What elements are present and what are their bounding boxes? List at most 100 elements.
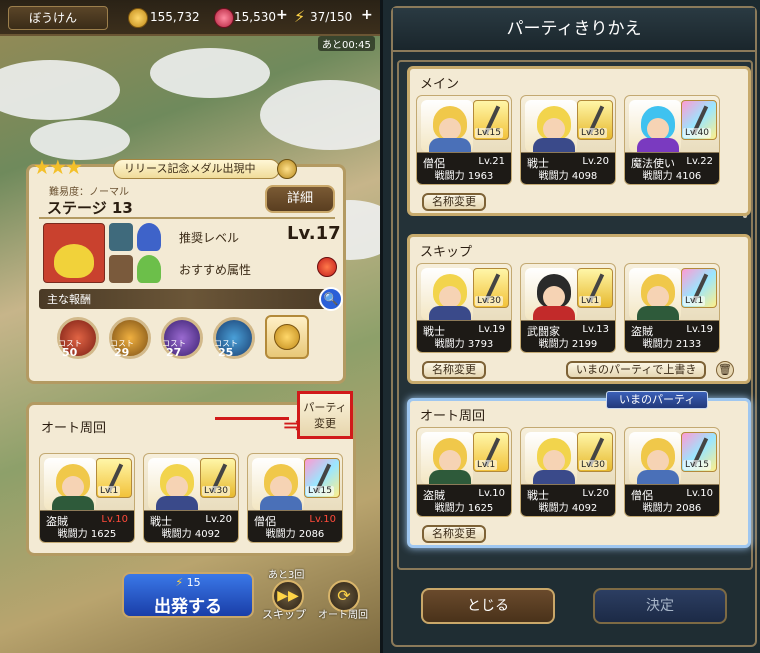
character-power: 戦闘力 2086	[265, 529, 325, 540]
character-portrait	[629, 268, 681, 326]
reward-item[interactable]: コスト 50	[57, 317, 99, 359]
map-cloud	[0, 60, 120, 120]
party-member-card[interactable]: Lv.30 戦士 Lv.20 戦闘力 4092	[520, 427, 616, 517]
overwrite-button[interactable]: いまのパーティで上書き	[566, 361, 707, 379]
party-slot[interactable]: オート周回 名称変更 いまのパーティ Lv.1 盗賊 Lv.10 戦闘力 1625 Lv.30…	[407, 391, 751, 548]
weapon-level: Lv.15	[683, 460, 711, 470]
weapon-level: Lv.30	[579, 460, 607, 470]
gold-coin-reward-icon[interactable]	[265, 315, 309, 359]
weapon-level: Lv.1	[683, 296, 706, 306]
character-level: Lv.10	[686, 488, 713, 499]
character-portrait	[148, 458, 200, 516]
skip-button-label[interactable]: スキップ	[262, 606, 306, 622]
party-member-card[interactable]: Lv.30 戦士 Lv.19 戦闘力 3793	[416, 263, 512, 353]
rewards-label: 主な報酬	[47, 293, 91, 306]
medal-icon	[277, 159, 297, 179]
character-info: 戦士 Lv.20 戦闘力 4092	[144, 510, 238, 542]
party-member-card[interactable]: Lv.1 盗賊 Lv.10 戦闘力 1625	[39, 453, 135, 543]
character-level: Lv.10	[309, 514, 336, 525]
character-level: Lv.20	[582, 488, 609, 499]
character-portrait	[629, 432, 681, 490]
trash-icon[interactable]: 🗑	[716, 361, 734, 379]
recommended-level-label: 推奨レベル	[179, 231, 240, 245]
reward-item[interactable]: コスト 27	[161, 317, 203, 359]
party-member-card[interactable]: Lv.15 僧侶 Lv.10 戦闘力 2086	[247, 453, 343, 543]
rename-button[interactable]: 名称変更	[422, 361, 486, 379]
map-cloud	[260, 80, 380, 150]
rename-button[interactable]: 名称変更	[422, 525, 486, 543]
character-power: 戦闘力 4092	[161, 529, 221, 540]
party-member-card[interactable]: Lv.30 戦士 Lv.20 戦闘力 4098	[520, 95, 616, 185]
star-rating-icons: ★★★	[33, 155, 83, 179]
party-member-card[interactable]: Lv.40 魔法使い Lv.22 戦闘力 4106	[624, 95, 720, 185]
dialog-frame: パーティきりかえ メイン 名称変更 Lv.15 僧侶 Lv.21 戦闘力 1963 Lv.3…	[391, 6, 757, 647]
party-change-button[interactable]: パーティ 変更	[297, 391, 353, 439]
start-button[interactable]: ⚡ 15 出発する	[122, 572, 254, 618]
stage-title: ステージ 13	[47, 199, 133, 217]
character-power: 戦闘力 2133	[642, 339, 702, 350]
party-switch-dialog: パーティきりかえ メイン 名称変更 Lv.15 僧侶 Lv.21 戦闘力 1963 Lv.3…	[380, 0, 760, 653]
party-member-card[interactable]: Lv.1 盗賊 Lv.19 戦闘力 2133	[624, 263, 720, 353]
start-label: 出発する	[154, 597, 222, 617]
party-member-card[interactable]: Lv.15 僧侶 Lv.21 戦闘力 1963	[416, 95, 512, 185]
character-info: 魔法使い Lv.22 戦闘力 4106	[625, 152, 719, 184]
start-cost: 15	[186, 576, 201, 589]
confirm-button[interactable]: 決定	[593, 588, 727, 624]
arrow-indicator	[215, 417, 289, 433]
auto-party-title: オート周回	[41, 421, 107, 436]
slime-icon	[137, 255, 161, 283]
slime-icon	[137, 223, 161, 251]
character-info: 僧侶 Lv.10 戦闘力 2086	[625, 484, 719, 516]
weapon-level: Lv.30	[475, 296, 503, 306]
character-level: Lv.21	[478, 156, 505, 167]
fire-attribute-icon	[317, 257, 337, 277]
party-slot[interactable]: スキップ 名称変更 いまのパーティで上書き 🗑 Lv.30 戦士 Lv.19 戦闘力 3793…	[407, 234, 751, 384]
coin-icon	[128, 8, 148, 28]
boss-monster-icon	[43, 223, 105, 283]
character-info: 武闘家 Lv.13 戦闘力 2199	[521, 320, 615, 352]
character-portrait	[421, 432, 473, 490]
character-power: 戦闘力 1625	[434, 503, 494, 514]
reward-item[interactable]: コスト 29	[109, 317, 151, 359]
weapon-level: Lv.15	[475, 128, 503, 138]
difficulty-label: 難易度：ノーマル	[49, 187, 129, 198]
add-gems-button[interactable]: +	[276, 7, 288, 23]
details-button[interactable]: 詳細	[265, 185, 335, 213]
monster-icon	[109, 255, 133, 283]
stamina-timer: あと00:45	[318, 36, 375, 51]
auto-loop-label[interactable]: オート周回	[318, 606, 368, 621]
party-name: オート周回	[420, 409, 486, 424]
party-slot[interactable]: メイン 名称変更 Lv.15 僧侶 Lv.21 戦闘力 1963 Lv.30 戦士 Lv.20 戦…	[407, 66, 751, 216]
search-icon[interactable]: 🔍	[319, 287, 343, 311]
add-stamina-button[interactable]: +	[361, 7, 373, 23]
reward-item[interactable]: コスト 25	[213, 317, 255, 359]
party-member-card[interactable]: Lv.15 僧侶 Lv.10 戦闘力 2086	[624, 427, 720, 517]
character-info: 僧侶 Lv.10 戦闘力 2086	[248, 510, 342, 542]
top-bar: ぼうけん 155,732 15,530 + ⚡ 37/150 +	[0, 0, 380, 36]
party-member-card[interactable]: Lv.1 武闘家 Lv.13 戦闘力 2199	[520, 263, 616, 353]
coin-count: 155,732	[150, 10, 200, 24]
character-info: 僧侶 Lv.21 戦闘力 1963	[417, 152, 511, 184]
character-level: Lv.22	[686, 156, 713, 167]
party-name: メイン	[420, 77, 460, 92]
character-level: Lv.10	[101, 514, 128, 525]
close-button[interactable]: とじる	[421, 588, 555, 624]
remaining-count: あと3回	[268, 570, 305, 581]
weapon-level: Lv.15	[306, 486, 334, 496]
weapon-level: Lv.1	[475, 460, 498, 470]
character-portrait	[44, 458, 96, 516]
stage-card: ★★★ リリース記念メダル出現中 難易度：ノーマル ステージ 13 詳細 推奨レ…	[26, 155, 346, 384]
dialog-title: パーティきりかえ	[393, 8, 755, 52]
screen-title: ぼうけん	[8, 6, 108, 30]
character-power: 戦闘力 1963	[434, 171, 494, 182]
party-member-card[interactable]: Lv.30 戦士 Lv.20 戦闘力 4092	[143, 453, 239, 543]
rewards-header: 主な報酬	[39, 289, 339, 309]
rename-button[interactable]: 名称変更	[422, 193, 486, 211]
character-power: 戦闘力 4106	[642, 171, 702, 182]
character-info: 盗賊 Lv.19 戦闘力 2133	[625, 320, 719, 352]
adventure-screen: ぼうけん 155,732 15,530 + ⚡ 37/150 + あと00:45…	[0, 0, 380, 653]
weapon-level: Lv.1	[579, 296, 602, 306]
character-portrait	[525, 268, 577, 326]
party-member-card[interactable]: Lv.1 盗賊 Lv.10 戦闘力 1625	[416, 427, 512, 517]
character-portrait	[252, 458, 304, 516]
